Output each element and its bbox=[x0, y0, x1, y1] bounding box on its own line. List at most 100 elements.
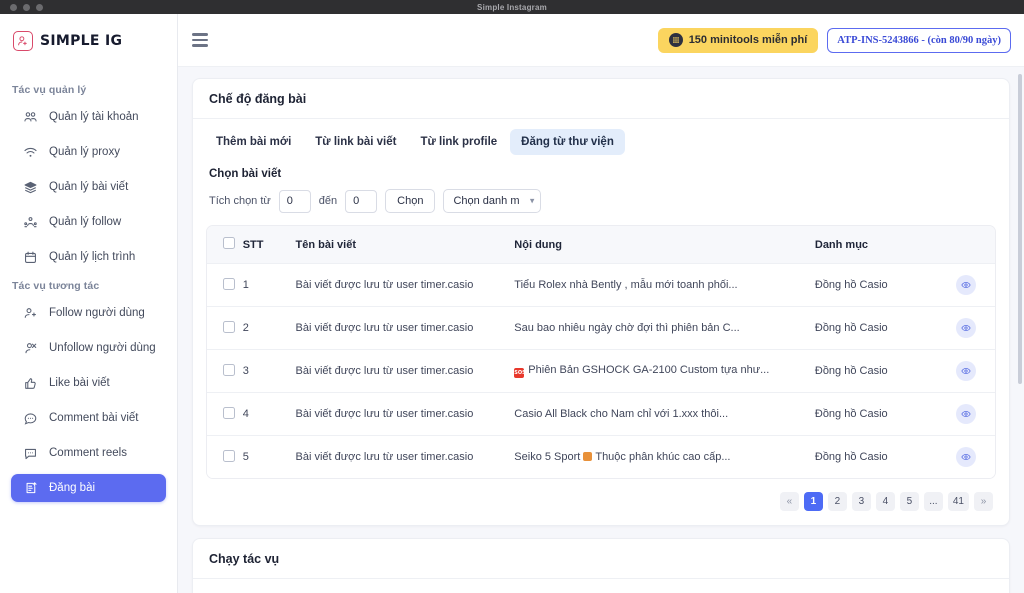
page-button-3[interactable]: 3 bbox=[851, 492, 871, 511]
sidebar-item-like-bai-viet[interactable]: Like bài viết bbox=[11, 369, 166, 397]
page-button-41[interactable]: 41 bbox=[947, 492, 969, 511]
sidebar-item-quan-ly-follow[interactable]: Quản lý follow bbox=[11, 208, 166, 236]
row-content: Casio All Black cho Nam chỉ với 1.xxx th… bbox=[514, 392, 815, 436]
header-select-all-cell bbox=[207, 226, 243, 264]
filter-to-input[interactable] bbox=[345, 189, 378, 213]
row-actions bbox=[936, 435, 995, 478]
brand: SIMPLE IG bbox=[0, 14, 177, 67]
eye-icon[interactable] bbox=[955, 318, 976, 338]
header-noi-dung: Nội dung bbox=[514, 226, 815, 264]
row-checkbox[interactable] bbox=[223, 449, 235, 462]
chevron-left-double-icon[interactable]: « bbox=[779, 492, 799, 511]
sidebar-item-quan-ly-tai-khoan[interactable]: Quản lý tài khoản bbox=[11, 103, 166, 131]
row-checkbox[interactable] bbox=[223, 320, 235, 333]
sidebar-item-comment-reels[interactable]: Comment reels bbox=[11, 439, 166, 467]
minitools-button[interactable]: 150 minitools miễn phí bbox=[657, 27, 819, 53]
sidebar-item-label: Unfollow người dùng bbox=[49, 342, 156, 354]
page-button-4[interactable]: 4 bbox=[875, 492, 895, 511]
sidebar-nav: Tác vụ quản lý Quản lý tài khoản Quản lý… bbox=[0, 67, 177, 502]
sidebar-item-follow-nguoi-dung[interactable]: Follow người dùng bbox=[11, 299, 166, 327]
table-row[interactable]: 4 Bài viết được lưu từ user timer.casio … bbox=[207, 392, 995, 436]
sidebar-item-unfollow-nguoi-dung[interactable]: Unfollow người dùng bbox=[11, 334, 166, 362]
post-mode-title: Chế độ đăng bài bbox=[209, 92, 307, 106]
eye-icon[interactable] bbox=[955, 447, 976, 467]
tab-dang-tu-thu-vien[interactable]: Đăng từ thư viện bbox=[510, 129, 625, 155]
license-button[interactable]: ATP-INS-5243866 - (còn 80/90 ngày) bbox=[827, 27, 1011, 53]
tab-tu-link-profile[interactable]: Từ link profile bbox=[409, 129, 508, 155]
row-stt: 4 bbox=[242, 392, 296, 436]
row-content: Seiko 5 Sport Thuộc phân khúc cao cấp... bbox=[514, 435, 815, 478]
sidebar: SIMPLE IG Tác vụ quản lý Quản lý tài kho… bbox=[0, 14, 178, 593]
filter-from-label: Tích chọn từ bbox=[209, 195, 271, 207]
sidebar-item-quan-ly-bai-viet[interactable]: Quản lý bài viết bbox=[11, 173, 166, 201]
eye-icon[interactable] bbox=[955, 404, 976, 424]
sidebar-item-quan-ly-lich-trinh[interactable]: Quản lý lịch trình bbox=[11, 243, 166, 271]
row-actions bbox=[936, 306, 995, 350]
eye-icon[interactable] bbox=[955, 361, 976, 381]
table-row[interactable]: 3 Bài viết được lưu từ user timer.casio … bbox=[207, 349, 995, 393]
choose-button[interactable]: Chọn bbox=[385, 189, 436, 213]
row-content-text: Tiểu Rolex nhà Bently , mẫu mới toanh ph… bbox=[514, 279, 738, 291]
users-icon bbox=[23, 110, 38, 125]
posts-table: STT Tên bài viết Nội dung Danh mục 1 Bài… bbox=[207, 226, 995, 478]
sidebar-item-label: Quản lý tài khoản bbox=[49, 111, 139, 123]
filter-from-input[interactable] bbox=[278, 189, 311, 213]
header-ten-bai-viet: Tên bài viết bbox=[295, 226, 515, 264]
comment-dots-icon bbox=[23, 411, 38, 426]
row-actions bbox=[936, 263, 995, 307]
page-button-5[interactable]: 5 bbox=[899, 492, 919, 511]
window-titlebar: Simple Instagram bbox=[0, 0, 1024, 14]
row-content: SOS Phiên Bản GSHOCK GA-2100 Custom tựa n… bbox=[514, 349, 815, 393]
layers-icon bbox=[23, 180, 38, 195]
row-category: Đồng hồ Casio bbox=[814, 263, 937, 307]
tab-them-bai-moi[interactable]: Thêm bài mới bbox=[205, 129, 302, 155]
row-category: Đồng hồ Casio bbox=[814, 349, 937, 393]
eye-icon[interactable] bbox=[955, 275, 976, 295]
table-header-row: STT Tên bài viết Nội dung Danh mục bbox=[207, 226, 995, 264]
table-row[interactable]: 5 Bài viết được lưu từ user timer.casio … bbox=[207, 435, 995, 478]
grid-dots-icon bbox=[668, 33, 683, 47]
sidebar-item-label: Quản lý follow bbox=[49, 216, 122, 228]
table-row[interactable]: 2 Bài viết được lưu từ user timer.casio … bbox=[207, 306, 995, 350]
page-button-2[interactable]: 2 bbox=[827, 492, 847, 511]
scrollbar-thumb[interactable] bbox=[1018, 74, 1022, 384]
header-stt: STT bbox=[242, 226, 296, 264]
select-post-label: Chọn bài viết bbox=[209, 168, 282, 180]
pagination: « 1 2 3 4 5 ... 41 » bbox=[193, 479, 1009, 525]
sidebar-item-dang-bai[interactable]: Đăng bài bbox=[11, 474, 166, 502]
row-content: Tiểu Rolex nhà Bently , mẫu mới toanh ph… bbox=[514, 263, 815, 307]
row-checkbox[interactable] bbox=[223, 363, 235, 376]
select-all-checkbox[interactable] bbox=[223, 237, 235, 249]
main-area: 150 minitools miễn phí ATP-INS-5243866 -… bbox=[178, 14, 1024, 593]
row-category: Đồng hồ Casio bbox=[814, 435, 937, 478]
table-row[interactable]: 1 Bài viết được lưu từ user timer.casio … bbox=[207, 263, 995, 307]
sidebar-item-label: Quản lý proxy bbox=[49, 146, 120, 158]
sidebar-item-label: Like bài viết bbox=[49, 377, 110, 389]
tab-tu-link-bai-viet[interactable]: Từ link bài viết bbox=[304, 129, 407, 155]
window-title: Simple Instagram bbox=[477, 2, 547, 12]
page-button-1[interactable]: 1 bbox=[803, 492, 823, 511]
row-name: Bài viết được lưu từ user timer.casio bbox=[295, 392, 515, 436]
sidebar-item-label: Comment reels bbox=[49, 447, 127, 459]
hamburger-icon[interactable] bbox=[192, 33, 208, 47]
sidebar-item-label: Quản lý lịch trình bbox=[49, 251, 136, 263]
instagram-user-add-icon bbox=[13, 30, 33, 51]
user-plus-icon bbox=[23, 306, 38, 321]
row-checkbox-cell bbox=[207, 435, 243, 478]
comment-square-icon bbox=[23, 446, 38, 461]
sidebar-item-comment-bai-viet[interactable]: Comment bài viết bbox=[11, 404, 166, 432]
sidebar-item-quan-ly-proxy[interactable]: Quản lý proxy bbox=[11, 138, 166, 166]
sidebar-item-label: Follow người dùng bbox=[49, 307, 145, 319]
category-select[interactable]: Chọn danh mục bbox=[443, 189, 542, 213]
row-checkbox-cell bbox=[207, 392, 243, 436]
row-checkbox[interactable] bbox=[223, 277, 235, 290]
main-scrollbar[interactable] bbox=[1018, 74, 1022, 574]
chevron-right-double-icon[interactable]: » bbox=[974, 492, 993, 511]
posts-table-body: 1 Bài viết được lưu từ user timer.casio … bbox=[207, 263, 995, 478]
row-checkbox[interactable] bbox=[223, 406, 235, 419]
row-name: Bài viết được lưu từ user timer.casio bbox=[295, 435, 515, 478]
row-name: Bài viết được lưu từ user timer.casio bbox=[295, 349, 515, 393]
sos-emoji-icon: SOS bbox=[514, 368, 526, 378]
row-category: Đồng hồ Casio bbox=[814, 306, 937, 350]
page-ellipsis: ... bbox=[923, 492, 943, 511]
